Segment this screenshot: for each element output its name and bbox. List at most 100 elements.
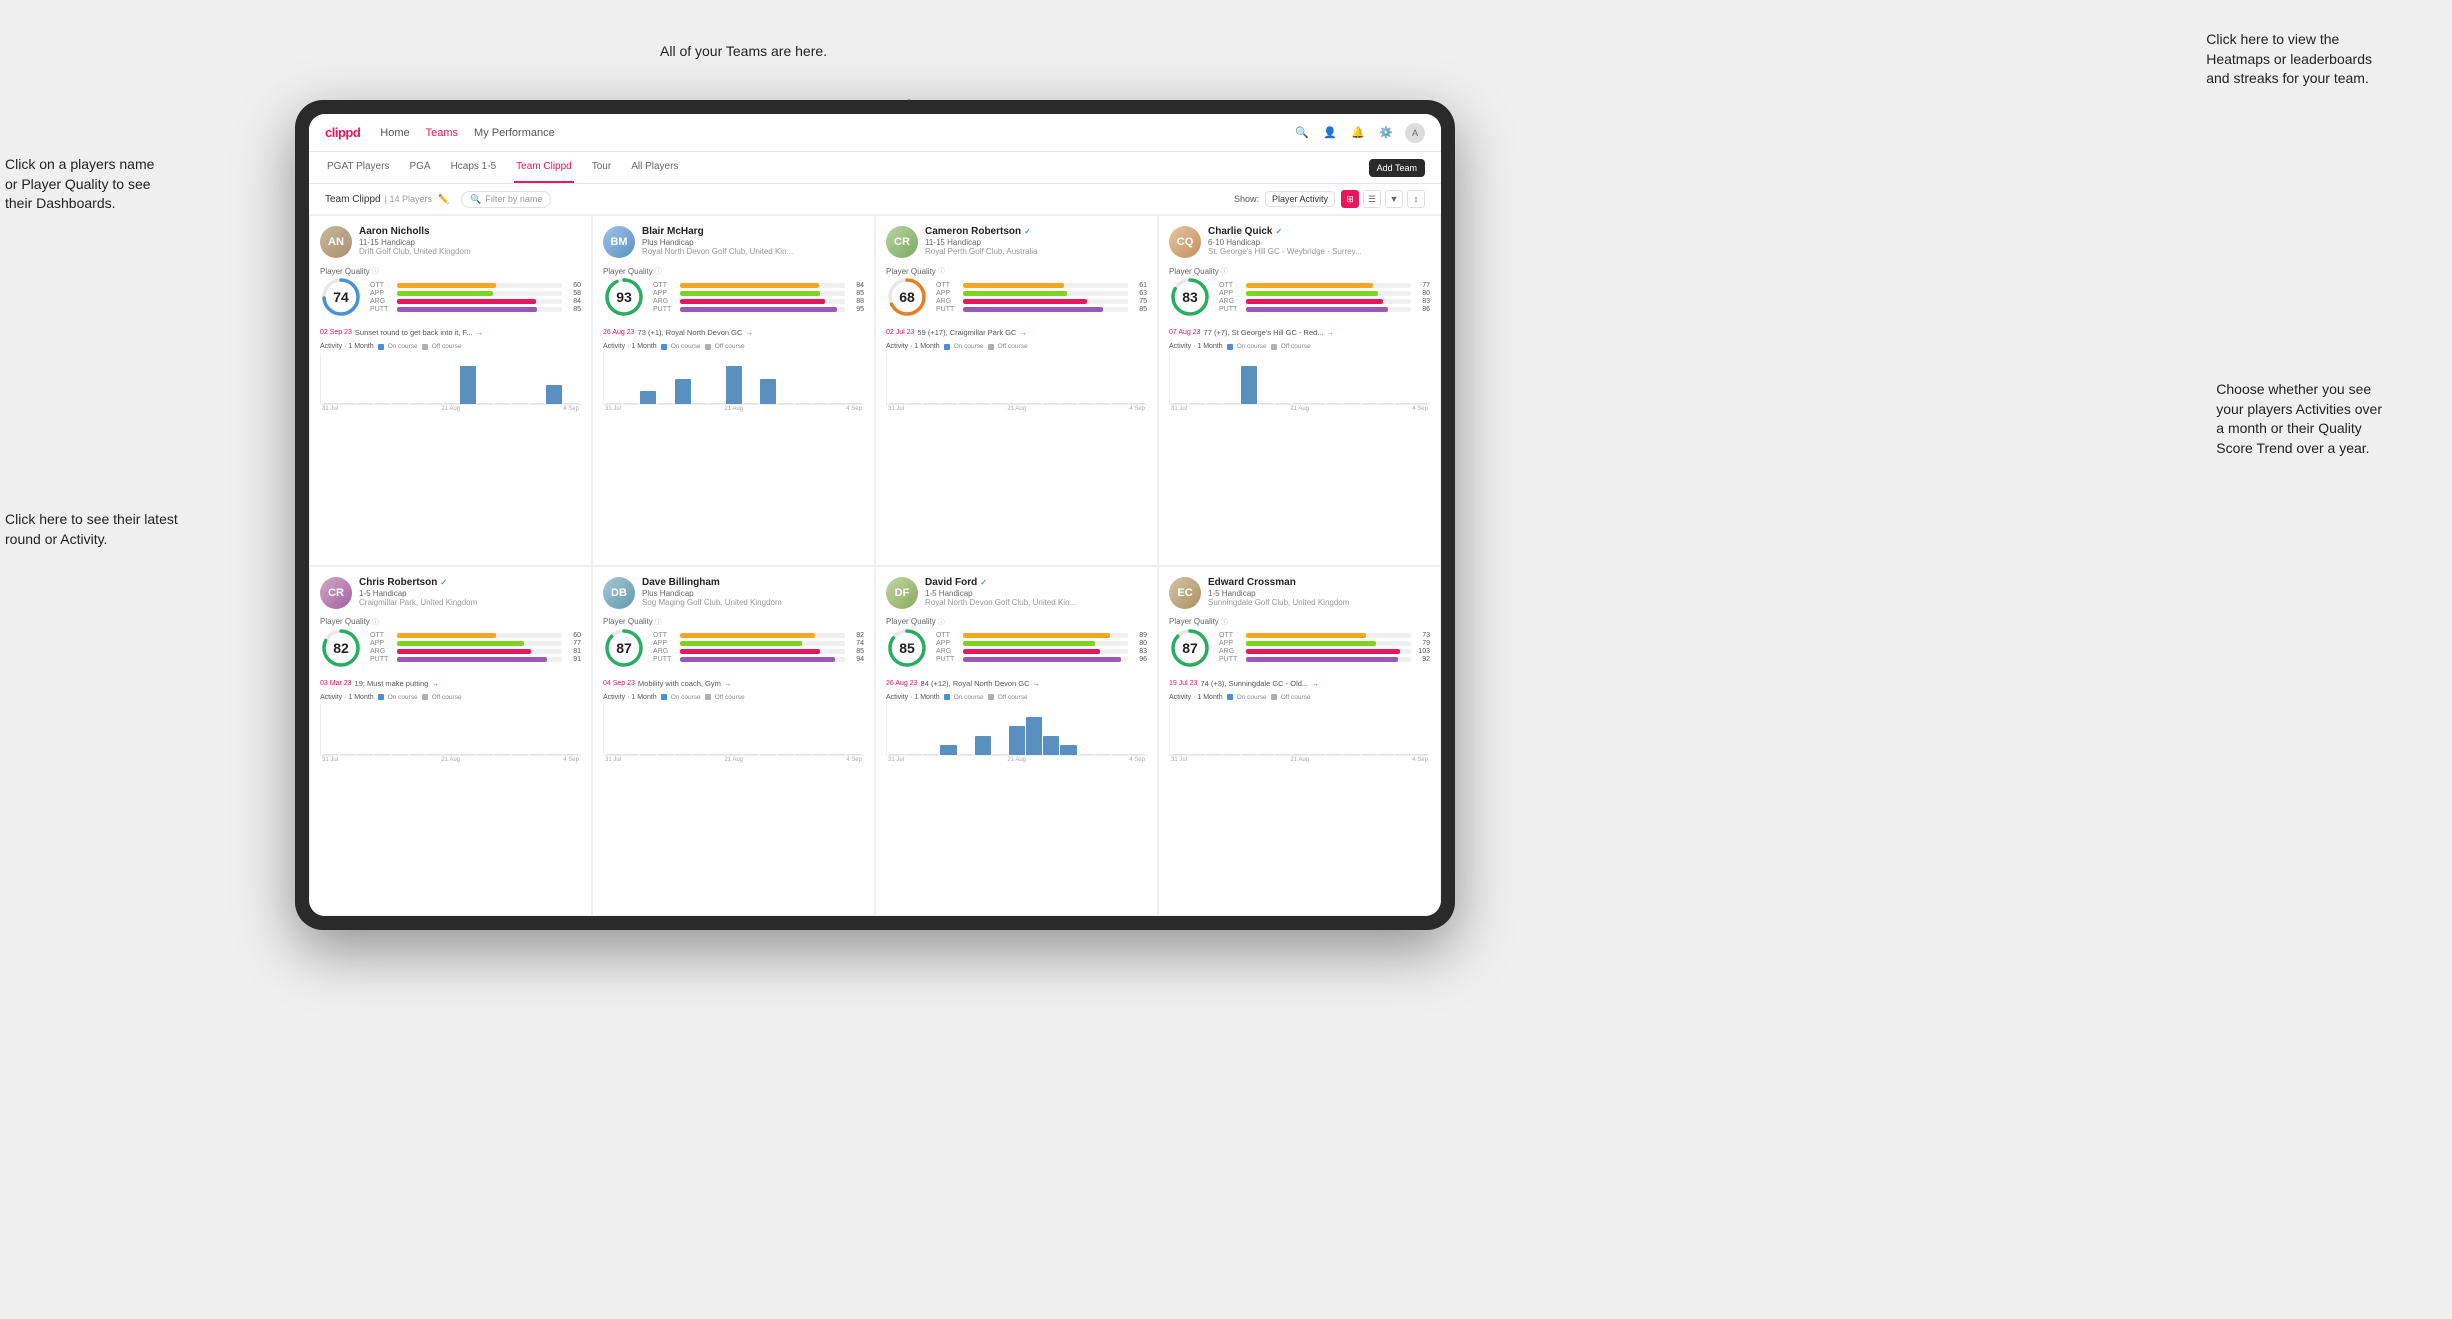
chart-bar (726, 754, 742, 755)
latest-activity[interactable]: 26 Aug 23 84 (+12), Royal North Devon GC… (886, 679, 1147, 688)
chart-bar (443, 403, 459, 404)
nav-logo[interactable]: clippd (325, 125, 360, 140)
chart-bar (1292, 754, 1308, 755)
quality-label: Player Quality ⓘ (886, 266, 1147, 276)
avatar[interactable]: A (1405, 123, 1425, 143)
search-filter[interactable]: 🔍 Filter by name (461, 191, 551, 208)
player-avatar[interactable]: BM (603, 226, 635, 258)
tab-hcaps[interactable]: Hcaps 1-5 (449, 152, 499, 183)
quality-section[interactable]: 74 OTT 60 APP 58 ARG (320, 276, 581, 318)
player-name[interactable]: Aaron Nicholls (359, 226, 581, 237)
tab-all-players[interactable]: All Players (629, 152, 680, 183)
quality-circle[interactable]: 83 (1169, 276, 1211, 318)
quality-section[interactable]: 68 OTT 61 APP 63 ARG (886, 276, 1147, 318)
stats-grid: OTT 60 APP 58 ARG 84 PU (370, 282, 581, 313)
player-handicap: 11-15 Handicap (925, 238, 1147, 247)
player-name[interactable]: Cameron Robertson✓ (925, 226, 1147, 237)
chart-bar (1361, 403, 1377, 404)
tab-pgat-players[interactable]: PGAT Players (325, 152, 391, 183)
settings-icon[interactable]: ⚙️ (1377, 124, 1395, 142)
chart-labels: 31 Jul 21 Aug 4 Sep (1169, 406, 1430, 412)
chart-bar (1241, 366, 1257, 404)
grid-view-icon[interactable]: ⊞ (1341, 190, 1359, 208)
user-icon[interactable]: 👤 (1321, 124, 1339, 142)
stat-row: PUTT 86 (1219, 306, 1430, 313)
quality-circle[interactable]: 87 (603, 627, 645, 669)
quality-circle[interactable]: 93 (603, 276, 645, 318)
on-course-legend (1227, 344, 1233, 350)
chart-bars (323, 355, 579, 404)
nav-home[interactable]: Home (380, 127, 409, 139)
tab-tour[interactable]: Tour (590, 152, 613, 183)
stat-row: ARG 75 (936, 298, 1147, 305)
player-name[interactable]: Chris Robertson✓ (359, 577, 581, 588)
latest-activity[interactable]: 03 Mar 23 19; Must make putting → (320, 679, 581, 688)
player-name-annotation: Click on a players nameor Player Quality… (5, 155, 154, 214)
activity-section: Activity · 1 Month On course Off course … (320, 343, 581, 412)
quality-section[interactable]: 87 OTT 82 APP 74 ARG (603, 627, 864, 669)
player-avatar[interactable]: CQ (1169, 226, 1201, 258)
chart-bar (692, 403, 708, 404)
quality-section[interactable]: 93 OTT 84 APP 85 ARG (603, 276, 864, 318)
chart-bars (323, 706, 579, 755)
on-course-legend (661, 344, 667, 350)
quality-number: 82 (333, 640, 349, 656)
player-name[interactable]: Dave Billingham (642, 577, 864, 588)
player-name[interactable]: Blair McHarg (642, 226, 864, 237)
chart-bar (846, 754, 862, 755)
quality-circle[interactable]: 82 (320, 627, 362, 669)
nav-teams[interactable]: Teams (426, 127, 458, 139)
stat-row: APP 79 (1219, 640, 1430, 647)
chart-labels: 31 Jul 21 Aug 4 Sep (320, 757, 581, 763)
quality-section[interactable]: 82 OTT 60 APP 77 ARG (320, 627, 581, 669)
player-card: BM Blair McHarg Plus Handicap Royal Nort… (592, 215, 875, 566)
heatmaps-annotation: Click here to view theHeatmaps or leader… (2206, 30, 2372, 89)
edit-icon[interactable]: ✏️ (438, 194, 449, 205)
bell-icon[interactable]: 🔔 (1349, 124, 1367, 142)
chart-bar (846, 403, 862, 404)
quality-circle[interactable]: 87 (1169, 627, 1211, 669)
tab-team-clippd[interactable]: Team Clippd (514, 152, 574, 183)
quality-section[interactable]: 83 OTT 77 APP 80 ARG (1169, 276, 1430, 318)
activity-section: Activity · 1 Month On course Off course … (1169, 343, 1430, 412)
latest-activity[interactable]: 26 Aug 23 73 (+1), Royal North Devon GC … (603, 328, 864, 337)
player-avatar[interactable]: EC (1169, 577, 1201, 609)
latest-activity[interactable]: 07 Aug 23 77 (+7), St George's Hill GC -… (1169, 328, 1430, 337)
latest-activity[interactable]: 02 Jul 23 59 (+17), Craigmillar Park GC … (886, 328, 1147, 337)
latest-activity[interactable]: 04 Sep 23 Mobility with coach, Gym → (603, 679, 864, 688)
quality-section[interactable]: 87 OTT 73 APP 79 ARG (1169, 627, 1430, 669)
chart-area (886, 353, 1147, 405)
tab-pga[interactable]: PGA (407, 152, 432, 183)
latest-activity[interactable]: 02 Sep 23 Sunset round to get back into … (320, 328, 581, 337)
chart-bar (829, 403, 845, 404)
player-name[interactable]: Charlie Quick✓ (1208, 226, 1430, 237)
list-view-icon[interactable]: ☰ (1363, 190, 1381, 208)
sort-icon[interactable]: ↕ (1407, 190, 1425, 208)
player-avatar[interactable]: CR (320, 577, 352, 609)
latest-activity[interactable]: 19 Jul 23 74 (+3), Sunningdale GC - Old.… (1169, 679, 1430, 688)
chart-bar (709, 403, 725, 404)
quality-circle[interactable]: 85 (886, 627, 928, 669)
player-avatar[interactable]: DF (886, 577, 918, 609)
search-icon[interactable]: 🔍 (1293, 124, 1311, 142)
player-avatar[interactable]: AN (320, 226, 352, 258)
player-header: DF David Ford✓ 1-5 Handicap Royal North … (886, 577, 1147, 609)
show-select[interactable]: Player Activity (1265, 191, 1335, 207)
nav-performance[interactable]: My Performance (474, 127, 555, 139)
filter-icon[interactable]: ▼ (1385, 190, 1403, 208)
player-avatar[interactable]: CR (886, 226, 918, 258)
quality-circle[interactable]: 74 (320, 276, 362, 318)
player-name[interactable]: Edward Crossman (1208, 577, 1430, 588)
chart-bar (657, 403, 673, 404)
quality-circle[interactable]: 68 (886, 276, 928, 318)
chart-bar (1095, 754, 1111, 755)
player-avatar[interactable]: DB (603, 577, 635, 609)
stat-row: APP 85 (653, 290, 864, 297)
add-team-button[interactable]: Add Team (1369, 159, 1425, 177)
quality-section[interactable]: 85 OTT 89 APP 80 ARG (886, 627, 1147, 669)
chart-bar (1309, 754, 1325, 755)
chart-bar (1112, 754, 1128, 755)
player-name[interactable]: David Ford✓ (925, 577, 1147, 588)
tab-bar: PGAT Players PGA Hcaps 1-5 Team Clippd T… (309, 152, 1441, 184)
chart-bar (1026, 717, 1042, 755)
